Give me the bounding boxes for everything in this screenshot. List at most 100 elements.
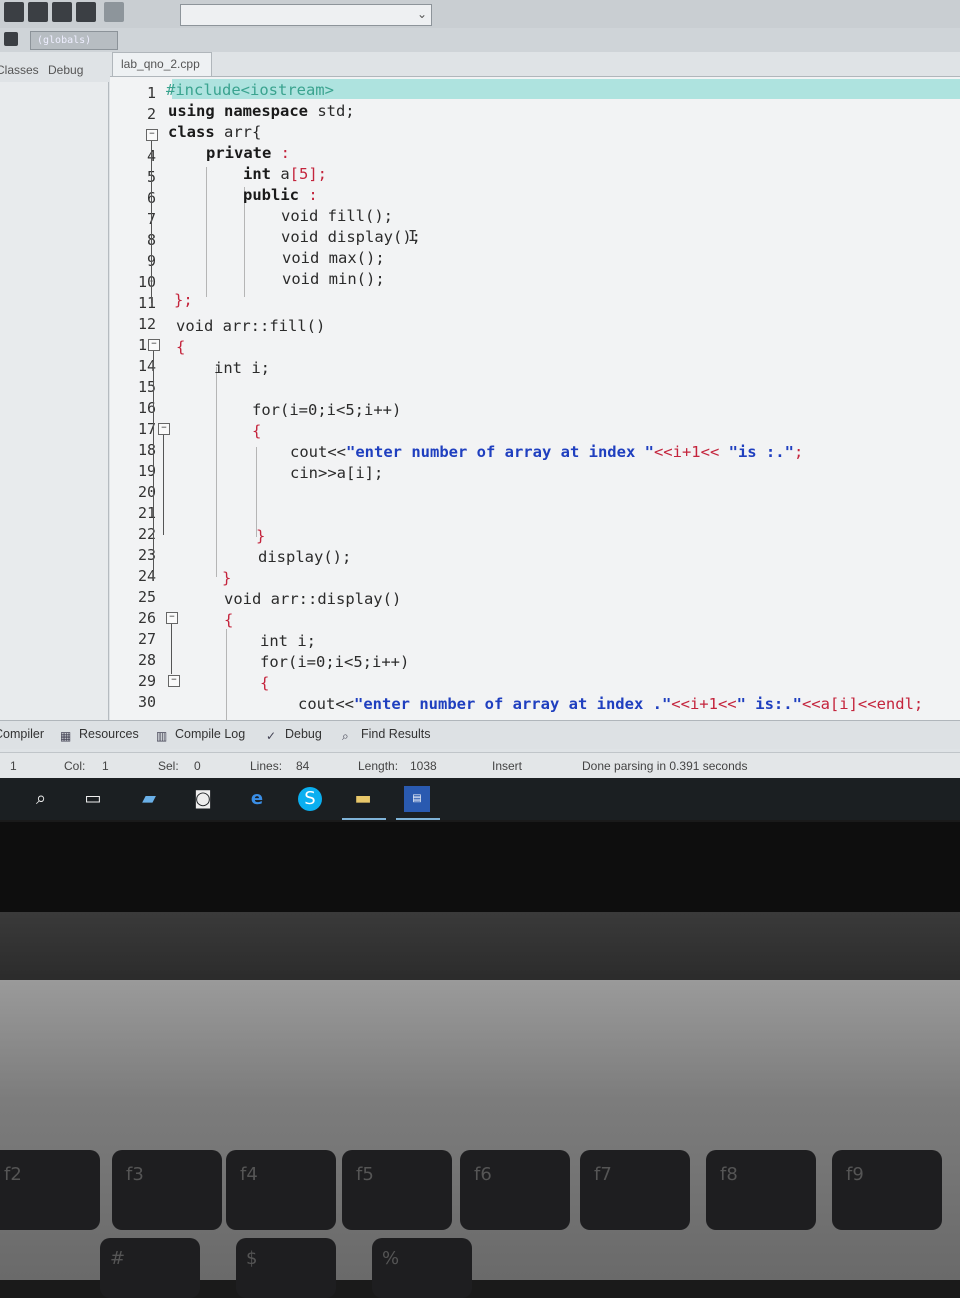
code-line-28: for(i=0;i<5;i++) <box>260 653 410 671</box>
line-number: 18 <box>137 441 156 459</box>
camera-icon[interactable]: ◙ <box>190 786 216 812</box>
line-number: 12 <box>137 315 156 333</box>
scope-dropdown[interactable]: (globals) <box>30 31 118 50</box>
laptop-hinge <box>0 912 960 982</box>
bottom-panel-tabs: Compiler ▦Resources ▥Compile Log ✓Debug … <box>0 720 960 749</box>
line-number: 20 <box>137 483 156 501</box>
skype-icon[interactable]: S <box>298 787 322 811</box>
line-number: 29 <box>137 672 156 690</box>
status-line: 1 <box>10 759 17 773</box>
line-number: 27 <box>137 630 156 648</box>
indent-guide <box>216 367 217 577</box>
code-line-4: private : <box>206 144 290 162</box>
status-col-label: Col: <box>64 759 86 773</box>
task-view-icon[interactable]: ▭ <box>80 786 106 812</box>
left-panel-tabs: Classes Debug <box>0 58 110 82</box>
code-line-12: void arr::fill() <box>176 317 326 335</box>
windows-taskbar: ⌕ ▭ ▰ ◙ e S ▬ ▤ <box>0 778 960 820</box>
code-line-29: { <box>260 674 270 692</box>
line-number: 17 <box>137 420 156 438</box>
line-number: 30 <box>137 693 156 711</box>
line-number: 24 <box>137 567 156 585</box>
dev-cpp-icon[interactable]: ▤ <box>404 786 430 812</box>
check-icon: ✓ <box>266 729 277 743</box>
status-col: 1 <box>102 759 109 773</box>
fold-collapse-icon[interactable]: − <box>146 129 158 141</box>
code-line-30: cout<<"enter number of array at index ."… <box>298 695 924 713</box>
code-line-8: void display(); <box>281 228 421 246</box>
status-mode: Insert <box>492 759 523 773</box>
code-line-19: cin>>a[i]; <box>290 464 384 482</box>
tab-compile-log[interactable]: ▥ Compile Log <box>156 727 245 743</box>
status-lines: 84 <box>296 759 310 773</box>
file-explorer-icon[interactable]: ▬ <box>350 786 376 812</box>
code-line-10: void min(); <box>282 270 385 288</box>
key-f9: f9 <box>832 1150 942 1230</box>
line-number: 26 <box>137 609 156 627</box>
code-line-1: #include<iostream> <box>166 81 334 99</box>
line-number: 16 <box>137 399 156 417</box>
code-line-25: void arr::display() <box>224 590 402 608</box>
key-hash: # <box>100 1238 200 1298</box>
code-line-24: } <box>222 569 232 587</box>
line-number: 1 <box>146 84 156 102</box>
status-lines-label: Lines: <box>250 759 283 773</box>
key-f6: f6 <box>460 1150 570 1230</box>
status-sel: 0 <box>194 759 201 773</box>
status-length-label: Length: <box>358 759 399 773</box>
status-message: Done parsing in 0.391 seconds <box>582 759 748 773</box>
key-f7: f7 <box>580 1150 690 1230</box>
function-dropdown[interactable]: ⌄ <box>180 4 432 26</box>
code-editor[interactable]: 1 2 3 4 5 6 7 8 9 10 11 12 13 14 15 16 1… <box>110 76 960 721</box>
laptop-screen: ⌄ (globals) Classes Debug lab_qno_2.cpp … <box>0 0 960 820</box>
edge-icon[interactable]: e <box>244 786 270 812</box>
code-line-3: class arr{ <box>168 123 262 141</box>
toolbar-button[interactable] <box>76 2 96 22</box>
text-cursor-icon: I <box>408 227 418 245</box>
line-number: 23 <box>137 546 156 564</box>
fold-collapse-icon[interactable]: − <box>168 675 180 687</box>
status-bar: 1 Col: 1 Sel: 0 Lines: 84 Length: 1038 I… <box>0 752 960 779</box>
code-line-5: int a[5]; <box>243 165 327 183</box>
code-line-9: void max(); <box>282 249 385 267</box>
file-tab[interactable]: lab_qno_2.cpp <box>112 52 212 76</box>
tab-debug[interactable]: Debug <box>48 63 83 77</box>
main-toolbar: ⌄ <box>0 0 960 29</box>
class-browser-panel <box>0 82 109 720</box>
chevron-down-icon: ⌄ <box>416 7 427 21</box>
tab-classes[interactable]: Classes <box>0 63 39 77</box>
code-line-11: }; <box>174 291 193 309</box>
toolbar-button[interactable] <box>4 32 18 46</box>
store-icon[interactable]: ▰ <box>136 786 162 812</box>
key-f5: f5 <box>342 1150 452 1230</box>
tab-resources[interactable]: ▦ Resources <box>60 727 139 743</box>
code-line-14: int i; <box>214 359 270 377</box>
code-line-7: void fill(); <box>281 207 393 225</box>
status-length: 1038 <box>410 759 437 773</box>
search-icon[interactable]: ⌕ <box>28 786 54 812</box>
fold-line <box>151 141 152 303</box>
indent-guide <box>256 447 257 537</box>
resources-icon: ▦ <box>60 729 72 743</box>
tab-debug-output[interactable]: ✓ Debug <box>266 727 322 743</box>
bar-chart-icon: ▥ <box>156 729 168 743</box>
line-number: 22 <box>137 525 156 543</box>
code-line-17: { <box>252 422 262 440</box>
fold-collapse-icon[interactable]: − <box>158 423 170 435</box>
toolbar-button[interactable] <box>28 2 48 22</box>
toolbar-button[interactable] <box>4 2 24 22</box>
tab-find-results[interactable]: ⌕ Find Results <box>342 727 430 743</box>
toolbar-button[interactable] <box>104 2 124 22</box>
code-line-26: { <box>224 611 234 629</box>
line-number: 15 <box>137 378 156 396</box>
tab-compiler[interactable]: Compiler <box>0 727 44 741</box>
line-number: 21 <box>137 504 156 522</box>
toolbar-button[interactable] <box>52 2 72 22</box>
fold-collapse-icon[interactable]: − <box>166 612 178 624</box>
code-line-27: int i; <box>260 632 316 650</box>
code-line-2: using namespace std; <box>168 102 355 120</box>
fold-collapse-icon[interactable]: − <box>148 339 160 351</box>
key-f8: f8 <box>706 1150 816 1230</box>
laptop-keyboard-deck <box>0 980 960 1280</box>
line-number: 19 <box>137 462 156 480</box>
